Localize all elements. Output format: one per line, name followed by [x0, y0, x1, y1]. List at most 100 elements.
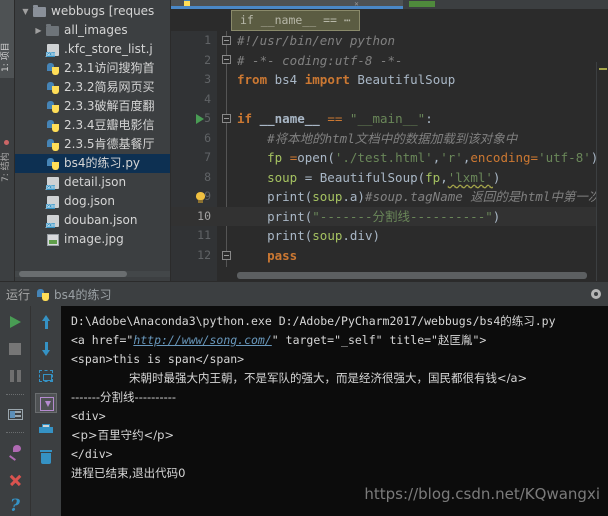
toolbar-separator — [6, 394, 24, 396]
tree-item-dog-json[interactable]: dog.json — [15, 192, 170, 211]
code-line-5[interactable]: if __name__ == "__main__": — [237, 109, 433, 129]
console-hyperlink[interactable]: http://www/song.com/ — [133, 333, 271, 347]
rerun-button[interactable] — [4, 312, 26, 332]
code-editor[interactable]: 1 2 3 4 5 6 7 8 9 10 11 12 #!/usr/bin/en… — [171, 31, 608, 281]
run-tool-window-header: 运行 bs4的练习 — [0, 282, 608, 306]
tree-item-label: bs4的练习.py — [64, 156, 141, 170]
tree-item-label: dog.json — [64, 194, 115, 208]
soft-wrap-button[interactable] — [35, 366, 57, 386]
editor-tab-bs4-exercise[interactable] — [171, 0, 403, 9]
tree-item-bs4-exercise[interactable]: bs4的练习.py — [15, 154, 170, 173]
code-text-pane[interactable]: #!/usr/bin/env python # -*- coding:utf-8… — [217, 31, 608, 281]
tree-item-py-235[interactable]: 2.3.5肯德基餐厅 — [15, 135, 170, 154]
console-line-anchor: <a href="http://www/song.com/" target="_… — [71, 331, 608, 350]
tree-item-image-jpg[interactable]: image.jpg — [15, 230, 170, 249]
json-file-icon — [45, 194, 61, 210]
editor-hscrollbar-thumb[interactable] — [237, 272, 587, 279]
code-line-6[interactable]: #将本地的html文档中的数据加载到该对象中 — [237, 129, 517, 149]
console-line-div-open: <div> — [71, 409, 106, 423]
arrow-down-button[interactable] — [35, 339, 57, 359]
console-output[interactable]: D:\Adobe\Anaconda3\python.exe D:/Adobe/P… — [61, 306, 608, 516]
run-right-toolbar[interactable] — [30, 306, 61, 516]
gear-icon[interactable] — [590, 288, 602, 300]
tree-item-py-232[interactable]: 2.3.2简易网页买 — [15, 78, 170, 97]
scroll-to-end-button[interactable] — [35, 393, 57, 413]
anchor-prefix: <a href=" — [71, 333, 134, 347]
line-number: 9 — [204, 189, 211, 203]
fold-marker-coding[interactable] — [222, 55, 231, 64]
tree-item-py-233[interactable]: 2.3.3破解百度翻 — [15, 97, 170, 116]
toolwindow-tab-structure[interactable]: 7: 结构 — [0, 152, 11, 182]
tree-item-label: 2.3.1访问搜狗首 — [64, 61, 155, 75]
clear-all-button[interactable] — [35, 447, 57, 467]
run-tab-name[interactable]: bs4的练习 — [54, 286, 112, 303]
help-button[interactable]: ? — [4, 496, 26, 516]
fold-marker-end[interactable] — [222, 251, 231, 260]
code-line-12[interactable]: pass — [237, 246, 297, 266]
code-line-3[interactable]: from bs4 import BeautifulSoup — [237, 70, 455, 90]
line-number: 6 — [204, 130, 211, 145]
line-number: 5 — [204, 111, 211, 125]
line-number: 12 — [197, 247, 211, 262]
run-tool-window-body: ? D:\Adobe\Anaconda3\python.exe D:/Adobe… — [0, 306, 608, 516]
code-line-9[interactable]: print(soup.a)#soup.tagName 返回的是html中第一次出… — [237, 187, 608, 207]
print-button[interactable] — [35, 420, 57, 440]
project-tree[interactable]: ▼ webbugs [reques ▶ all_images .kfc_stor… — [15, 0, 170, 249]
fold-marker-if-main[interactable] — [222, 114, 231, 123]
code-line-1[interactable]: #!/usr/bin/env python — [237, 31, 395, 51]
error-marker-dot — [4, 140, 9, 145]
run-configuration-widget[interactable] — [409, 1, 435, 7]
fold-marker-shebang[interactable] — [222, 36, 231, 45]
left-toolwindow-strip[interactable]: 1: 项目 7: 结构 — [0, 0, 15, 281]
tree-item-label: 2.3.2简易网页买 — [64, 80, 155, 94]
project-tool-window[interactable]: ▼ webbugs [reques ▶ all_images .kfc_stor… — [15, 0, 171, 281]
line-number: 2 — [204, 52, 211, 67]
intention-bulb-icon[interactable] — [196, 192, 205, 203]
stop-button[interactable] — [4, 339, 26, 359]
project-hscrollbar-thumb[interactable] — [19, 271, 127, 277]
arrow-up-button[interactable] — [35, 312, 57, 332]
tree-item-label: 2.3.5肯德基餐厅 — [64, 137, 155, 151]
tree-item-douban-json[interactable]: douban.json — [15, 211, 170, 230]
json-file-icon — [45, 175, 61, 191]
tree-item-webbugs[interactable]: ▼ webbugs [reques — [15, 2, 170, 21]
code-line-2[interactable]: # -*- coding:utf-8 -*- — [237, 51, 403, 71]
code-line-8[interactable]: soup = BeautifulSoup(fp,'lxml') — [237, 168, 500, 188]
tree-item-py-234[interactable]: 2.3.4豆瓣电影信 — [15, 116, 170, 135]
line-number-current: 10 — [171, 206, 217, 226]
tree-item-detail-json[interactable]: detail.json — [15, 173, 170, 192]
upper-split: 1: 项目 7: 结构 ▼ webbugs [reques ▶ all_imag… — [0, 0, 608, 281]
image-file-icon — [45, 232, 61, 248]
expand-twisty-icon[interactable]: ▼ — [19, 2, 32, 21]
toolwindow-tab-project[interactable]: 1: 项目 — [0, 42, 11, 72]
layout-button[interactable] — [4, 404, 26, 424]
run-gutter-icon[interactable] — [196, 114, 204, 124]
editor-tab-strip[interactable]: ✕ — [171, 0, 608, 9]
pause-button[interactable] — [4, 366, 26, 386]
close-button[interactable] — [4, 469, 26, 489]
python-file-icon — [45, 118, 61, 134]
run-left-toolbar[interactable]: ? — [0, 306, 30, 516]
run-tool-window: 运行 bs4的练习 ? D:\Adobe\Anaconda3\python.ex… — [0, 281, 608, 516]
watermark-text: https://blog.csdn.net/KQwangxi — [364, 485, 600, 503]
python-file-icon-body — [184, 1, 190, 6]
code-line-11[interactable]: print(soup.div) — [237, 226, 380, 246]
editor-error-stripe-gutter[interactable] — [596, 62, 608, 281]
tree-item-py-231[interactable]: 2.3.1访问搜狗首 — [15, 59, 170, 78]
console-line-exit-code: 进程已结束,退出代码0 — [71, 466, 186, 480]
folder-dark-icon — [45, 23, 61, 39]
console-line-div-close: </div> — [71, 447, 113, 461]
tree-item-all-images[interactable]: ▶ all_images — [15, 21, 170, 40]
tree-item-label: .kfc_store_list.j — [64, 42, 153, 56]
fold-rail — [226, 31, 227, 267]
console-line-span: <span>this is span</span> — [71, 352, 245, 366]
warning-stripe-marker[interactable] — [599, 68, 607, 70]
editor-gutter[interactable]: 1 2 3 4 5 6 7 8 9 10 11 12 — [171, 31, 217, 281]
collapse-twisty-icon[interactable]: ▶ — [32, 21, 45, 40]
pin-button[interactable] — [4, 442, 26, 462]
tree-item-kfc-store-list[interactable]: .kfc_store_list.j — [15, 40, 170, 59]
tab-close-icon[interactable]: ✕ — [354, 2, 359, 8]
code-line-10[interactable]: print("-------分割线----------") — [217, 206, 608, 226]
code-line-7[interactable]: fp =open('./test.html','r',encoding='utf… — [237, 148, 598, 168]
anchor-suffix: " target="_self" title="赵匡胤"> — [271, 333, 487, 347]
